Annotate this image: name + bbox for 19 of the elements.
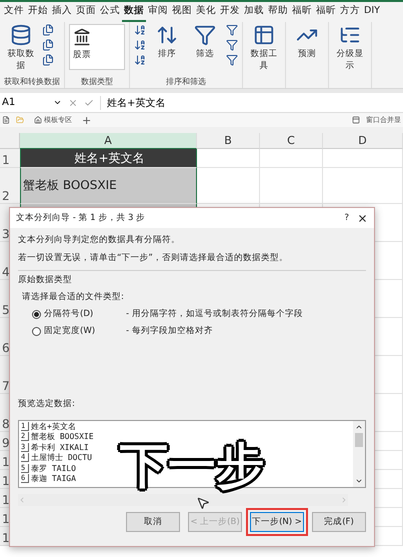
preview-line: 蟹老板 BOOSXIE: [31, 431, 94, 442]
group-label: 排序和筛选: [165, 76, 207, 88]
preview-label: 预览选定数据:: [18, 398, 76, 410]
instruction-text: 若一切设置无误，请单击“下一步”，否则请选择最合适的数据类型。: [18, 252, 289, 264]
prompt-text: 请选择最合适的文件类型:: [21, 291, 125, 303]
option-description: - 用分隔字符，如逗号或制表符分隔每个字段: [126, 308, 303, 320]
option-description: - 每列字段加空格对齐: [126, 325, 213, 337]
instruction-text: 文本分列向导判定您的数据具有分隔符。: [18, 234, 181, 246]
group-label: 获取和转换数据: [4, 76, 60, 88]
dialog-title: 文本分列向导 - 第 1 步，共 3 步: [16, 212, 146, 224]
table-cell: 蟹老板 BOOSXIE: [20, 168, 197, 204]
group-label: 原始数据类型: [18, 274, 73, 286]
preview-line: 泰罗 TAILO: [31, 462, 76, 474]
preview-line: 泰迦 TAIGA: [31, 473, 76, 484]
preview-line: 土屋博士 DOCTU: [31, 452, 92, 464]
group-label: 数据类型: [80, 76, 114, 88]
table-cell: 姓名+英文名: [20, 149, 197, 168]
preview-line: 姓名+英文名: [31, 421, 76, 432]
preview-line: 希卡利 XIKALI: [31, 442, 89, 453]
